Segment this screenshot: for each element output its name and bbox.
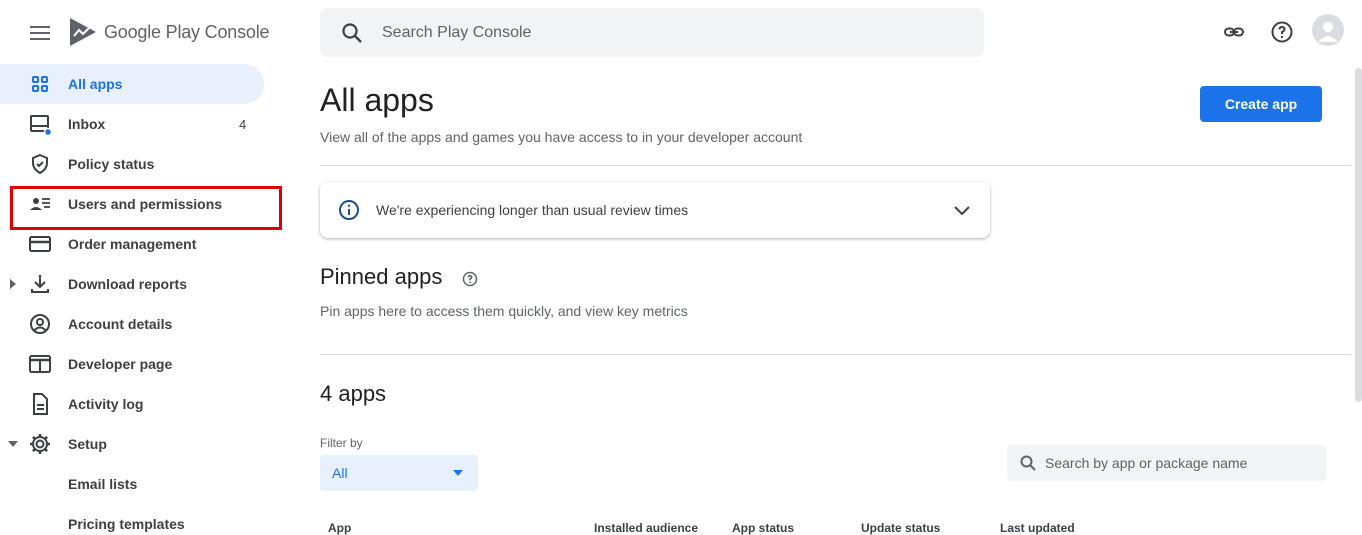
page-subtitle: View all of the apps and games you have … — [320, 129, 803, 145]
divider — [320, 354, 1351, 355]
sidebar-item-users-and-permissions[interactable]: Users and permissions — [0, 184, 270, 224]
search-bar[interactable] — [320, 8, 984, 57]
sidebar-item-label: Inbox — [68, 116, 106, 132]
filter-label: Filter by — [320, 436, 363, 450]
dropdown-arrow-icon — [453, 470, 463, 476]
sidebar-item-account-details[interactable]: Account details — [0, 304, 270, 344]
filter-value: All — [332, 465, 348, 481]
sidebar-item-order-management[interactable]: Order management — [0, 224, 270, 264]
info-icon — [339, 200, 359, 220]
sidebar-item-label: Email lists — [68, 476, 138, 492]
help-icon[interactable] — [462, 271, 478, 287]
sidebar-item-label: Download reports — [68, 276, 188, 292]
table-header-app[interactable]: App — [328, 521, 351, 535]
inbox-count-badge: 4 — [239, 116, 247, 132]
sidebar-item-activity-log[interactable]: Activity log — [0, 384, 270, 424]
sidebar-item-all-apps[interactable]: All apps — [0, 64, 264, 104]
inbox-icon — [30, 115, 52, 136]
sidebar-item-setup[interactable]: Setup — [0, 424, 270, 464]
shield-check-icon — [32, 153, 48, 175]
avatar[interactable] — [1312, 14, 1344, 46]
collapse-arrow-icon[interactable] — [7, 438, 19, 450]
divider — [320, 165, 1351, 166]
web-page-icon — [29, 355, 51, 373]
table-header-last-updated[interactable]: Last updated — [1000, 521, 1075, 535]
play-console-logo-icon — [70, 18, 96, 46]
sidebar-item-label: Activity log — [68, 396, 144, 412]
sidebar-item-developer-page[interactable]: Developer page — [0, 344, 270, 384]
link-icon[interactable] — [1220, 18, 1248, 46]
table-header-app-status[interactable]: App status — [732, 521, 794, 535]
expand-arrow-icon[interactable] — [7, 278, 19, 290]
search-icon — [342, 22, 362, 43]
download-icon — [31, 275, 49, 293]
sidebar-item-pricing-templates[interactable]: Pricing templates — [0, 504, 270, 535]
pinned-apps-title: Pinned apps — [320, 264, 443, 289]
document-icon — [33, 393, 48, 415]
sidebar-item-label: Users and permissions — [68, 196, 223, 212]
sidebar-item-label: Developer page — [68, 356, 173, 372]
scrollbar[interactable] — [1355, 68, 1362, 402]
chevron-down-icon[interactable] — [950, 198, 974, 222]
sidebar-item-label: All apps — [68, 76, 123, 92]
review-times-notice[interactable]: We're experiencing longer than usual rev… — [320, 182, 990, 238]
help-icon[interactable] — [1268, 18, 1296, 46]
logo-text: Google Play Console — [104, 21, 270, 42]
sidebar-item-label: Policy status — [68, 156, 155, 172]
apps-count-title: 4 apps — [320, 381, 387, 406]
sidebar-item-download-reports[interactable]: Download reports — [0, 264, 270, 304]
table-header-installed-audience[interactable]: Installed audience — [594, 521, 698, 535]
app-search-bar[interactable] — [1007, 445, 1326, 481]
search-icon — [1020, 455, 1036, 471]
logo[interactable]: Google Play Console — [68, 16, 270, 48]
menu-icon[interactable] — [26, 19, 54, 47]
gear-icon — [30, 434, 50, 454]
sidebar-item-email-lists[interactable]: Email lists — [0, 464, 270, 504]
sidebar-item-label: Order management — [68, 236, 197, 252]
notice-text: We're experiencing longer than usual rev… — [376, 202, 689, 218]
sidebar-item-inbox[interactable]: Inbox 4 — [0, 104, 270, 144]
create-app-button[interactable]: Create app — [1200, 86, 1322, 122]
account-circle-icon — [30, 314, 50, 334]
people-list-icon — [30, 198, 50, 210]
filter-select[interactable]: All — [320, 455, 478, 491]
sidebar: All apps Inbox 4 Policy status Users and… — [0, 64, 270, 535]
grid-icon — [32, 76, 48, 92]
pinned-apps-subtitle: Pin apps here to access them quickly, an… — [320, 303, 688, 319]
sidebar-item-label: Pricing templates — [68, 516, 185, 532]
sidebar-item-label: Account details — [68, 316, 173, 332]
search-input[interactable] — [382, 23, 942, 42]
sidebar-item-label: Setup — [68, 436, 107, 452]
table-header-update-status[interactable]: Update status — [861, 521, 940, 535]
sidebar-item-policy-status[interactable]: Policy status — [0, 144, 270, 184]
credit-card-icon — [29, 236, 51, 252]
app-search-input[interactable] — [1045, 455, 1315, 471]
page-title: All apps — [320, 82, 434, 118]
